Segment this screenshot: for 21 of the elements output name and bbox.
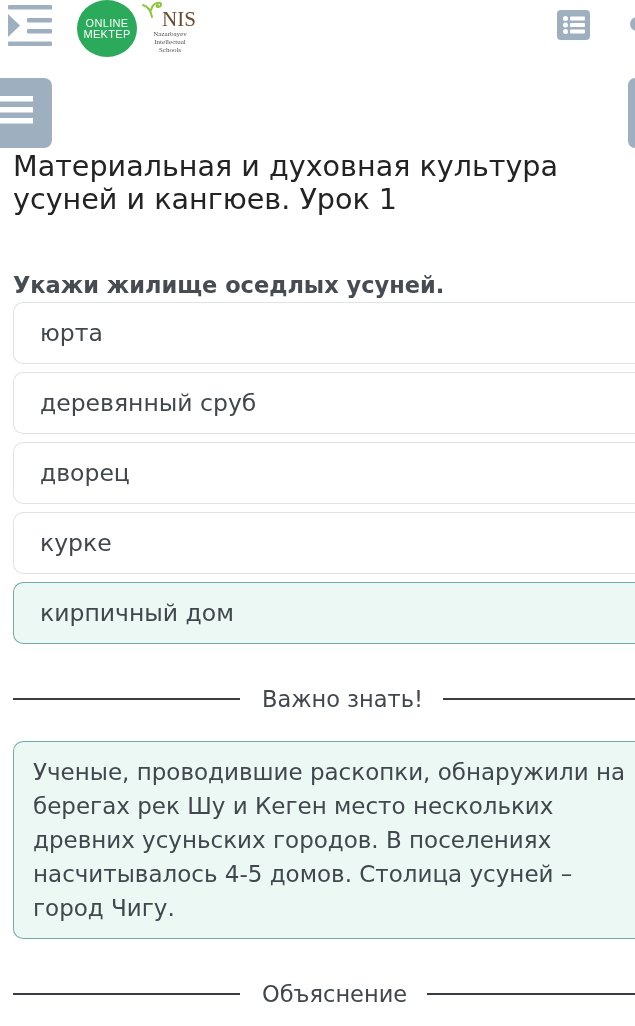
side-panel-button[interactable] <box>628 78 635 148</box>
menu-button[interactable] <box>0 78 52 148</box>
question-text: Укажи жилище оседлых усуней. <box>13 271 446 300</box>
list-icon <box>562 16 585 34</box>
menu-icon <box>0 96 33 124</box>
answer-option[interactable]: дворец <box>13 442 635 504</box>
lesson-title: Материальная и духовная культура усуней и кангюев. Урок 1 <box>13 150 560 216</box>
answer-option[interactable]: курке <box>13 512 635 574</box>
list-button[interactable] <box>557 10 590 40</box>
cut-off-icon[interactable] <box>630 17 635 31</box>
logo-brand-text: NIS <box>162 8 196 30</box>
answer-option[interactable]: кирпичный дом <box>13 582 635 644</box>
answer-option[interactable]: деревянный сруб <box>13 372 635 434</box>
section-heading: Объяснение <box>262 980 408 1009</box>
sprout-icon <box>141 0 163 18</box>
logo-text: MEKTEP <box>83 28 131 40</box>
answer-option[interactable]: юрта <box>13 302 635 364</box>
menu-indent-icon[interactable] <box>8 5 52 46</box>
section-heading: Важно знать! <box>262 685 423 714</box>
note-text: Ученые, проводившие раскопки, обнаружили на берегах рек Шу и Кеген место нескольких древних усуньских городов. В поселениях насчитывалось 4-5 домов. Столица усуней – город Чигу. <box>33 758 627 923</box>
logo-text: ONLINE <box>85 17 129 29</box>
